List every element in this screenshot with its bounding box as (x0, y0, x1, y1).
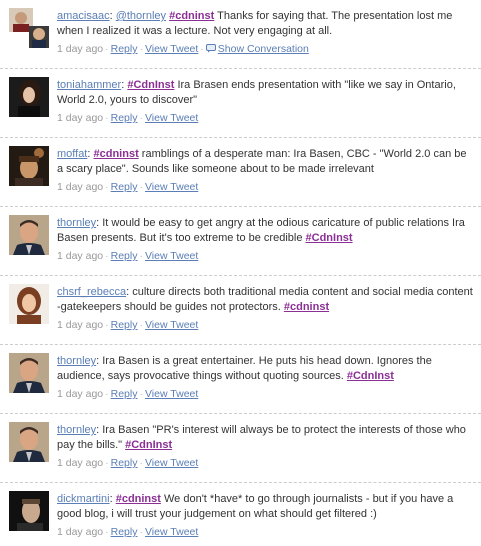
tweet-meta: 1 day ago · Reply · View Tweet (57, 526, 199, 538)
avatar[interactable] (9, 77, 49, 117)
avatar[interactable] (9, 422, 49, 462)
avatar[interactable] (9, 146, 49, 186)
view-tweet-link[interactable]: View Tweet (145, 388, 198, 400)
tweet-item: thornley: Ira Basen "PR's interest will … (0, 414, 481, 483)
timestamp: 1 day ago (57, 43, 104, 55)
hashtag-link[interactable]: #cdninst (94, 148, 139, 160)
tweet-text: moffat: #cdninst ramblings of a desperat… (57, 148, 467, 175)
username-link[interactable]: thornley (57, 217, 96, 229)
conversation-icon (205, 44, 216, 53)
tweet-body: : It would be easy to get angry at the o… (57, 217, 465, 244)
view-tweet-link[interactable]: View Tweet (145, 112, 198, 124)
reply-link[interactable]: Reply (111, 388, 138, 400)
tweet-item: chsrf_rebecca: culture directs both trad… (0, 276, 481, 345)
tweet-meta: 1 day ago · Reply · View Tweet (57, 112, 199, 124)
username-link[interactable]: amacisaac (57, 10, 110, 22)
tweet-text: amacisaac: @thornley #cdninst Thanks for… (57, 10, 453, 37)
hashtag-link[interactable]: #cdninst (284, 301, 329, 313)
username-link[interactable]: toniahammer (57, 79, 121, 91)
tweet-item: toniahammer: #CdnInst Ira Brasen ends pr… (0, 69, 481, 138)
username-link[interactable]: thornley (57, 355, 96, 367)
tweet-meta: 1 day ago · Reply · View Tweet (57, 250, 199, 262)
tweet-item: amacisaac: @thornley #cdninst Thanks for… (0, 0, 481, 69)
username-link[interactable]: dickmartini (57, 493, 110, 505)
view-tweet-link[interactable]: View Tweet (145, 181, 198, 193)
tweet-text: thornley: It would be easy to get angry … (57, 216, 475, 246)
reply-link[interactable]: Reply (111, 43, 138, 55)
view-tweet-link[interactable]: View Tweet (145, 457, 198, 469)
tweet-body: : Ira Basen "PR's interest will always b… (57, 424, 466, 451)
reply-link[interactable]: Reply (111, 250, 138, 262)
tweet-item: thornley: It would be easy to get angry … (0, 207, 481, 276)
show-conversation-link[interactable]: Show Conversation (218, 43, 309, 55)
tweet-meta: 1 day ago · Reply · View Tweet · Show Conversa… (57, 43, 309, 55)
reply-link[interactable]: Reply (111, 457, 138, 469)
reply-link[interactable]: Reply (111, 181, 138, 193)
tweet-item: thornley: Ira Basen is a great entertain… (0, 345, 481, 414)
tweet-item: moffat: #cdninst ramblings of a desperat… (0, 138, 481, 207)
reply-link[interactable]: Reply (111, 319, 138, 331)
avatar[interactable] (9, 284, 49, 324)
tweet-meta: 1 day ago · Reply · View Tweet (57, 319, 199, 331)
timestamp: 1 day ago (57, 457, 104, 469)
view-tweet-link[interactable]: View Tweet (145, 250, 198, 262)
mention-link[interactable]: @thornley (116, 10, 166, 22)
tweet-item: dickmartini: #cdninst We don't *have* to… (0, 483, 481, 546)
tweet-meta: 1 day ago · Reply · View Tweet (57, 181, 199, 193)
timestamp: 1 day ago (57, 112, 104, 124)
view-tweet-link[interactable]: View Tweet (145, 319, 198, 331)
hashtag-link[interactable]: #cdninst (169, 10, 214, 22)
username-link[interactable]: chsrf_rebecca (57, 286, 126, 298)
tweet-text: thornley: Ira Basen is a great entertain… (57, 354, 475, 384)
avatar[interactable] (9, 215, 49, 255)
view-tweet-link[interactable]: View Tweet (145, 43, 198, 55)
timestamp: 1 day ago (57, 181, 104, 193)
tweet-text: dickmartini: #cdninst We don't *have* to… (57, 493, 454, 520)
username-link[interactable]: thornley (57, 424, 96, 436)
reply-link[interactable]: Reply (111, 526, 138, 538)
username-link[interactable]: moffat (57, 148, 87, 160)
hashtag-link[interactable]: #CdnInst (125, 439, 172, 451)
avatar[interactable] (9, 8, 49, 48)
tweet-text: chsrf_rebecca: culture directs both trad… (57, 285, 475, 315)
tweet-text: toniahammer: #CdnInst Ira Brasen ends pr… (57, 79, 456, 106)
hashtag-link[interactable]: #cdninst (116, 493, 161, 505)
avatar[interactable] (9, 491, 49, 531)
hashtag-link[interactable]: #CdnInst (306, 232, 353, 244)
tweet-feed: amacisaac: @thornley #cdninst Thanks for… (0, 0, 481, 546)
timestamp: 1 day ago (57, 388, 104, 400)
view-tweet-link[interactable]: View Tweet (145, 526, 198, 538)
timestamp: 1 day ago (57, 250, 104, 262)
tweet-text: thornley: Ira Basen "PR's interest will … (57, 423, 475, 453)
timestamp: 1 day ago (57, 526, 104, 538)
hashtag-link[interactable]: #CdnInst (347, 370, 394, 382)
tweet-meta: 1 day ago · Reply · View Tweet (57, 457, 199, 469)
reply-link[interactable]: Reply (111, 112, 138, 124)
tweet-meta: 1 day ago · Reply · View Tweet (57, 388, 199, 400)
timestamp: 1 day ago (57, 319, 104, 331)
hashtag-link[interactable]: #CdnInst (127, 79, 174, 91)
avatar[interactable] (9, 353, 49, 393)
